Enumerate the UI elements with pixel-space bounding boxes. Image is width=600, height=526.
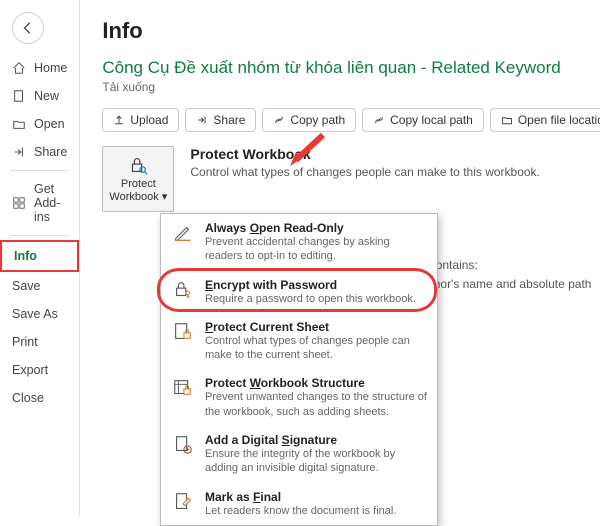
- upload-button[interactable]: Upload: [102, 108, 179, 132]
- open-icon: [12, 117, 26, 131]
- menu-title: Always Open Read-Only: [205, 221, 427, 235]
- nav-label: Save As: [12, 307, 58, 321]
- share-button[interactable]: Share: [185, 108, 256, 132]
- document-subtitle: Tải xuống: [102, 80, 600, 94]
- document-title[interactable]: Công Cụ Đề xuất nhóm từ khóa liên quan -…: [102, 58, 600, 78]
- new-icon: [12, 89, 26, 103]
- nav-label: Home: [34, 61, 67, 75]
- copy-local-path-button[interactable]: Copy local path: [362, 108, 484, 132]
- menu-title: Protect Current Sheet: [205, 320, 427, 334]
- btn-label: Open file location: [518, 113, 600, 127]
- menu-title: Mark as Final: [205, 490, 427, 504]
- btn-label: Upload: [130, 113, 168, 127]
- btn-label: Copy path: [290, 113, 345, 127]
- pencil-icon: [171, 221, 195, 245]
- protect-section: ProtectWorkbook ▾ Protect Workbook Contr…: [102, 146, 600, 212]
- menu-title: Add a Digital Signature: [205, 433, 427, 447]
- sidebar-item-save[interactable]: Save: [0, 272, 79, 300]
- protect-desc: Control what types of changes people can…: [190, 165, 540, 179]
- back-button[interactable]: [12, 12, 44, 44]
- nav-label: Get Add-ins: [34, 182, 67, 224]
- share-icon: [196, 114, 208, 126]
- menu-item-encrypt-password[interactable]: Encrypt with Password Require a password…: [161, 271, 437, 313]
- red-arrow-annotation: [288, 130, 328, 170]
- open-location-button[interactable]: Open file location: [490, 108, 600, 132]
- chevron-down-icon: ▾: [162, 191, 168, 203]
- protect-info: Protect Workbook Control what types of c…: [190, 146, 540, 179]
- page-title: Info: [102, 18, 600, 44]
- addins-icon: [12, 196, 26, 210]
- menu-title: Protect Workbook Structure: [205, 376, 427, 390]
- menu-desc: Ensure the integrity of the workbook by …: [205, 447, 427, 476]
- nav-label: Print: [12, 335, 38, 349]
- protect-workbook-button[interactable]: ProtectWorkbook ▾: [102, 146, 174, 212]
- sidebar-item-addins[interactable]: Get Add-ins: [0, 175, 79, 231]
- sidebar: Home New Open Share Get Add-ins Info Sav…: [0, 0, 80, 516]
- sidebar-item-close[interactable]: Close: [0, 384, 79, 412]
- menu-item-mark-final[interactable]: Mark as Final Let readers know the docum…: [161, 483, 437, 525]
- sidebar-item-print[interactable]: Print: [0, 328, 79, 356]
- nav-label: Info: [14, 249, 37, 263]
- menu-desc: Control what types of changes people can…: [205, 334, 427, 363]
- home-icon: [12, 61, 26, 75]
- sidebar-item-share[interactable]: Share: [0, 138, 79, 166]
- lock-search-icon: [127, 154, 149, 176]
- sidebar-item-export[interactable]: Export: [0, 356, 79, 384]
- upload-icon: [113, 114, 125, 126]
- protect-heading: Protect Workbook: [190, 146, 540, 162]
- separator: [10, 170, 69, 171]
- copy-path-button[interactable]: Copy path: [262, 108, 356, 132]
- nav-label: Save: [12, 279, 41, 293]
- workbook-lock-icon: [171, 376, 195, 400]
- menu-desc: Prevent unwanted changes to the structur…: [205, 390, 427, 419]
- link-icon: [373, 114, 385, 126]
- final-icon: [171, 490, 195, 514]
- menu-item-protect-sheet[interactable]: Protect Current Sheet Control what types…: [161, 313, 437, 370]
- link-icon: [273, 114, 285, 126]
- nav-label: Export: [12, 363, 48, 377]
- menu-item-read-only[interactable]: Always Open Read-Only Prevent accidental…: [161, 214, 437, 271]
- signature-icon: [171, 433, 195, 457]
- nav-label: Close: [12, 391, 44, 405]
- separator: [10, 235, 69, 236]
- menu-item-protect-structure[interactable]: Protect Workbook Structure Prevent unwan…: [161, 369, 437, 426]
- action-row: Upload Share Copy path Copy local path O…: [102, 108, 600, 132]
- btn-text1: Protect: [121, 178, 156, 190]
- nav-label: Open: [34, 117, 65, 131]
- sidebar-item-info[interactable]: Info: [0, 240, 79, 272]
- btn-label: Share: [213, 113, 245, 127]
- lock-key-icon: [171, 278, 195, 302]
- share-icon: [12, 145, 26, 159]
- sidebar-item-saveas[interactable]: Save As: [0, 300, 79, 328]
- arrow-left-icon: [21, 21, 35, 35]
- sidebar-item-new[interactable]: New: [0, 82, 79, 110]
- protect-workbook-menu: Always Open Read-Only Prevent accidental…: [160, 213, 438, 526]
- nav-label: New: [34, 89, 59, 103]
- menu-desc: Prevent accidental changes by asking rea…: [205, 235, 427, 264]
- btn-text2: Workbook: [109, 191, 158, 203]
- sidebar-item-open[interactable]: Open: [0, 110, 79, 138]
- folder-icon: [501, 114, 513, 126]
- sidebar-item-home[interactable]: Home: [0, 54, 79, 82]
- menu-desc: Require a password to open this workbook…: [205, 292, 427, 306]
- nav-label: Share: [34, 145, 67, 159]
- sheet-lock-icon: [171, 320, 195, 344]
- btn-label: Copy local path: [390, 113, 473, 127]
- menu-title: Encrypt with Password: [205, 278, 427, 292]
- menu-item-digital-signature[interactable]: Add a Digital Signature Ensure the integ…: [161, 426, 437, 483]
